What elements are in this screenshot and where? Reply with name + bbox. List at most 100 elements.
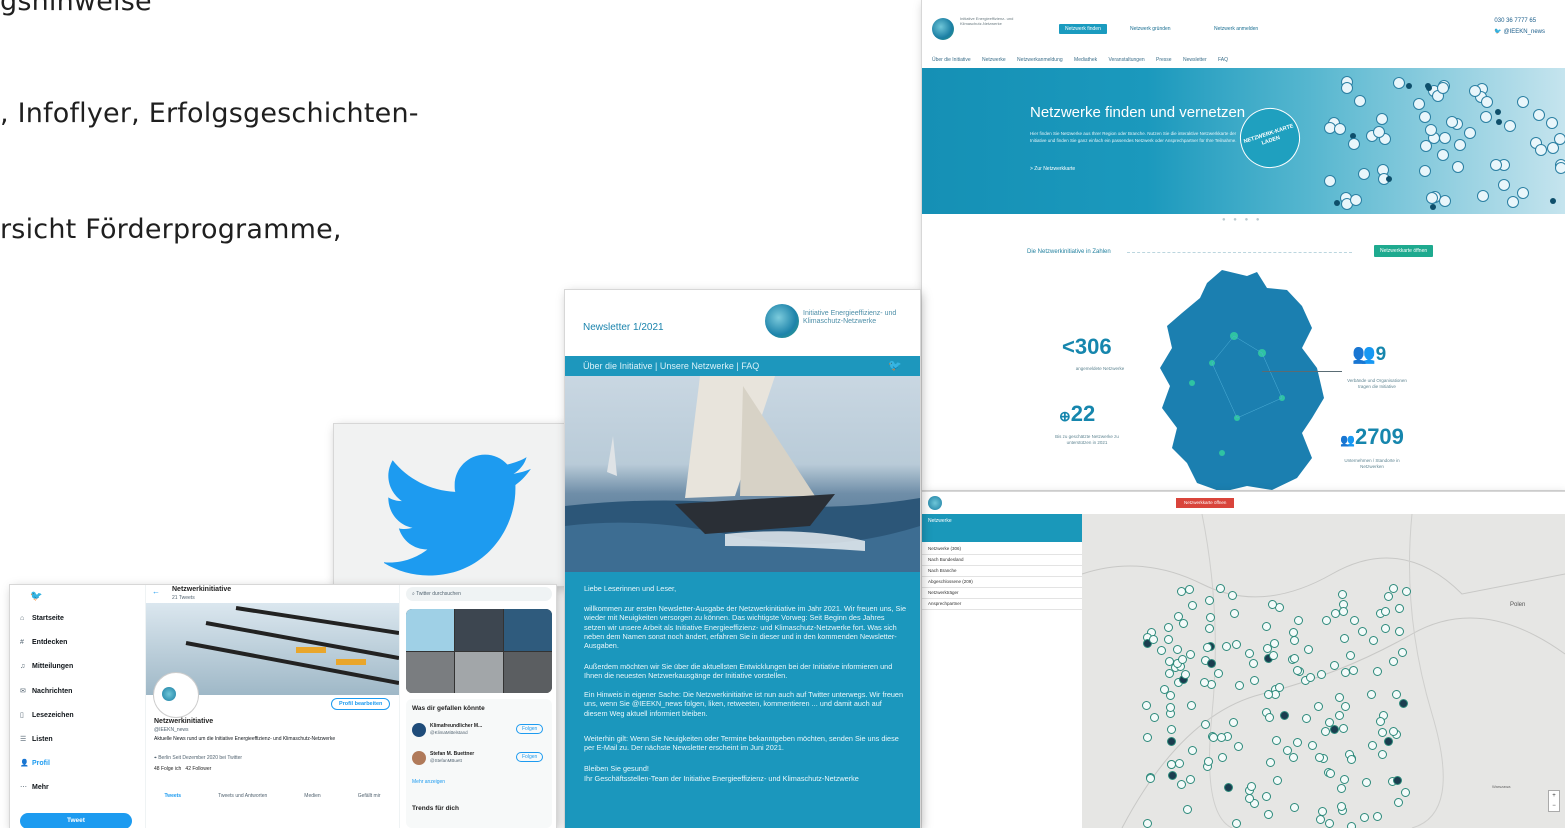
map-marker-icon[interactable] (1176, 779, 1186, 789)
register-network-button[interactable]: Netzwerk anmelden (1208, 24, 1264, 34)
nav-item[interactable]: FAQ (1218, 57, 1228, 63)
zoom-in-button[interactable]: + (1549, 791, 1559, 801)
map-marker-icon[interactable] (1206, 658, 1216, 668)
map-marker-icon[interactable] (1148, 635, 1158, 644)
map-marker-icon[interactable] (1391, 690, 1401, 700)
tab-replies[interactable]: Tweets und Antworten (218, 793, 267, 799)
map-canvas[interactable]: Polen Warszawa + − (1082, 514, 1565, 828)
map-marker-icon[interactable] (1164, 634, 1174, 644)
map-marker-icon[interactable] (1245, 793, 1255, 803)
map-marker-icon[interactable] (1397, 647, 1407, 657)
filter-item[interactable]: Nach Bundesland (922, 555, 1082, 566)
show-more-link[interactable]: Mehr anzeigen (412, 779, 445, 785)
map-marker-icon[interactable] (1264, 712, 1274, 722)
map-marker-icon[interactable] (1367, 741, 1377, 751)
map-marker-icon[interactable] (1339, 634, 1349, 644)
map-marker-icon[interactable] (1288, 753, 1298, 763)
filter-item[interactable]: Netzwerkträger (922, 588, 1082, 599)
map-marker-icon[interactable] (1383, 736, 1393, 746)
map-marker-icon[interactable] (1400, 787, 1410, 797)
map-marker-icon[interactable] (1156, 645, 1166, 655)
map-marker-icon[interactable] (1401, 587, 1411, 597)
follow-button[interactable]: Folgen (516, 752, 544, 762)
twitter-bird-icon[interactable]: 🐦 (30, 591, 42, 602)
nav-explore[interactable]: # Entdecken (20, 639, 67, 646)
map-marker-icon[interactable] (1388, 656, 1398, 666)
map-marker-icon[interactable] (1335, 710, 1345, 720)
tweet-button[interactable]: Tweet (20, 813, 132, 828)
nav-item[interactable]: Newsletter (1183, 57, 1207, 63)
map-marker-icon[interactable] (1142, 732, 1152, 742)
back-arrow-icon[interactable]: ← (152, 587, 160, 596)
map-marker-icon[interactable] (1249, 676, 1259, 686)
edit-profile-button[interactable]: Profil bearbeiten (331, 698, 391, 710)
map-marker-icon[interactable] (1372, 666, 1382, 676)
map-marker-icon[interactable] (1262, 621, 1272, 631)
map-marker-icon[interactable] (1145, 773, 1155, 783)
nav-more[interactable]: ⋯ Mehr (20, 783, 49, 791)
map-marker-icon[interactable] (1324, 718, 1334, 728)
map-marker-icon[interactable] (1313, 701, 1323, 711)
map-marker-icon[interactable] (1316, 669, 1326, 679)
map-marker-icon[interactable] (1357, 626, 1367, 636)
map-marker-icon[interactable] (1388, 726, 1398, 736)
map-marker-icon[interactable] (1166, 702, 1176, 712)
map-marker-icon[interactable] (1292, 738, 1302, 748)
map-marker-icon[interactable] (1303, 645, 1313, 655)
nav-bookmarks[interactable]: ▯ Lesezeichen (20, 711, 74, 719)
map-marker-icon[interactable] (1200, 719, 1210, 729)
map-marker-icon[interactable] (1366, 689, 1376, 699)
tab-tweets[interactable]: Tweets (165, 793, 182, 799)
follow-button[interactable]: Folgen (516, 724, 544, 734)
map-marker-icon[interactable] (1149, 712, 1159, 722)
map-marker-icon[interactable] (1292, 665, 1302, 675)
open-map-button[interactable]: Netzwerkkarte öffnen (1374, 245, 1434, 257)
map-marker-icon[interactable] (1232, 818, 1242, 828)
nav-item[interactable]: Über die Initiative (932, 57, 971, 63)
tab-media[interactable]: Medien (304, 793, 320, 799)
map-marker-icon[interactable] (1320, 726, 1330, 736)
map-marker-icon[interactable] (1305, 672, 1315, 682)
found-network-button[interactable]: Netzwerk gründen (1124, 24, 1177, 34)
map-marker-icon[interactable] (1167, 770, 1177, 780)
map-marker-icon[interactable] (1267, 599, 1277, 609)
search-input[interactable]: ⌕ Twitter durchsuchen (406, 587, 552, 601)
map-marker-icon[interactable] (1231, 639, 1241, 649)
suggestion-item[interactable]: Klimafreundlicher M... @KlimaMittelstand… (412, 721, 552, 741)
map-marker-icon[interactable] (1394, 603, 1404, 613)
nav-item[interactable]: Netzwerke (982, 57, 1006, 63)
map-marker-icon[interactable] (1142, 700, 1152, 710)
map-marker-icon[interactable] (1393, 775, 1403, 785)
map-marker-icon[interactable] (1377, 727, 1387, 737)
map-marker-icon[interactable] (1268, 651, 1278, 661)
map-marker-icon[interactable] (1215, 584, 1225, 593)
map-marker-icon[interactable] (1246, 781, 1256, 791)
map-marker-icon[interactable] (1265, 758, 1275, 768)
map-marker-icon[interactable] (1227, 590, 1237, 600)
nav-item[interactable]: Presse (1156, 57, 1172, 63)
map-marker-icon[interactable] (1377, 749, 1387, 759)
newsletter-nav-links[interactable]: Über die Initiative | Unsere Netzwerke |… (583, 361, 759, 371)
map-marker-icon[interactable] (1223, 782, 1233, 792)
map-marker-icon[interactable] (1307, 741, 1317, 751)
find-network-button[interactable]: Netzwerk finden (1059, 24, 1107, 34)
phone-number[interactable]: 030 36 7777 65 (1494, 18, 1545, 24)
map-marker-icon[interactable] (1172, 644, 1182, 654)
map-marker-icon[interactable] (1261, 791, 1271, 801)
map-marker-icon[interactable] (1217, 732, 1227, 742)
map-marker-icon[interactable] (1234, 680, 1244, 690)
map-marker-icon[interactable] (1372, 811, 1382, 821)
map-marker-icon[interactable] (1346, 821, 1356, 828)
map-marker-icon[interactable] (1205, 613, 1215, 623)
map-marker-icon[interactable] (1142, 818, 1152, 828)
map-marker-icon[interactable] (1361, 777, 1371, 787)
following-count[interactable]: 48 Folge ich (154, 766, 181, 772)
map-marker-icon[interactable] (1263, 689, 1273, 699)
followers-count[interactable]: 42 Follower (185, 766, 211, 772)
nav-item[interactable]: Mediathek (1074, 57, 1097, 63)
suggestion-item[interactable]: Stefan M. Buettner @StefanMBuett Folgen (412, 749, 552, 769)
map-marker-icon[interactable] (1159, 684, 1169, 694)
carousel-dots[interactable]: ● ● ● ● (1222, 217, 1263, 223)
filter-item[interactable]: Nach Branche (922, 566, 1082, 577)
map-marker-icon[interactable] (1176, 587, 1186, 597)
